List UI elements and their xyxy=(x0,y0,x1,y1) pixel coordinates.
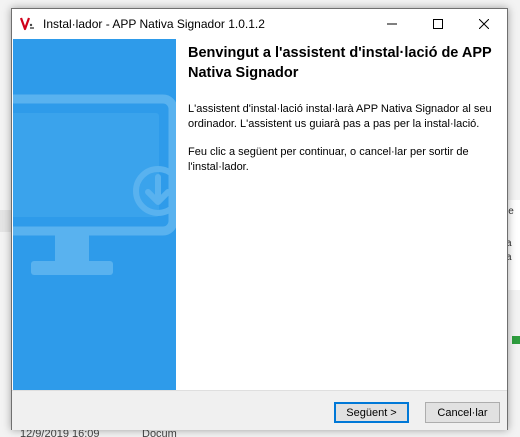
title-bar[interactable]: Instal·lador - APP Nativa Signador 1.0.1… xyxy=(12,9,507,39)
minimize-icon xyxy=(387,19,397,29)
page-title: Benvingut a l'assistent d'instal·lació d… xyxy=(188,45,492,81)
close-button[interactable] xyxy=(461,9,507,39)
welcome-content: Benvingut a l'assistent d'instal·lació d… xyxy=(188,43,494,175)
background-status-bar xyxy=(512,336,520,344)
minimize-button[interactable] xyxy=(369,9,415,39)
cancel-button[interactable]: Cancel·lar xyxy=(425,402,500,423)
button-bar: Següent > Cancel·lar xyxy=(12,390,507,430)
next-button[interactable]: Següent > xyxy=(334,402,409,423)
window-title: Instal·lador - APP Nativa Signador 1.0.1… xyxy=(43,17,265,31)
close-icon xyxy=(479,19,489,29)
maximize-button[interactable] xyxy=(415,9,461,39)
intro-paragraph: L'assistent d'instal·lació instal·larà A… xyxy=(188,103,492,130)
instruction-paragraph: Feu clic a següent per continuar, o canc… xyxy=(188,146,469,173)
maximize-icon xyxy=(433,19,443,29)
installer-window: Instal·lador - APP Nativa Signador 1.0.1… xyxy=(11,8,508,430)
side-banner xyxy=(13,39,176,390)
app-logo-icon xyxy=(19,16,36,32)
